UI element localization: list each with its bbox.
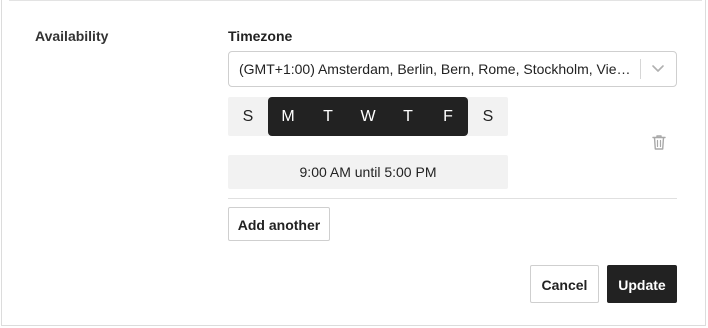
trash-icon[interactable]	[650, 133, 668, 151]
availability-panel: Availability Timezone (GMT+1:00) Amsterd…	[1, 0, 706, 326]
row-divider	[228, 198, 677, 199]
update-button[interactable]: Update	[607, 265, 677, 303]
timezone-select[interactable]: (GMT+1:00) Amsterdam, Berlin, Bern, Rome…	[228, 51, 677, 87]
day-toggle-sunday[interactable]: S	[228, 97, 268, 136]
day-toggle-friday[interactable]: F	[428, 97, 468, 136]
day-toggle-tuesday[interactable]: T	[308, 97, 348, 136]
day-toggle-monday[interactable]: M	[268, 97, 308, 136]
add-another-button[interactable]: Add another	[228, 207, 330, 241]
day-toggle-wednesday[interactable]: W	[348, 97, 388, 136]
day-toggle-thursday[interactable]: T	[388, 97, 428, 136]
timezone-label: Timezone	[228, 28, 293, 44]
time-range-field[interactable]: 9:00 AM until 5:00 PM	[228, 155, 508, 189]
cancel-button[interactable]: Cancel	[530, 265, 599, 303]
chevron-down-icon[interactable]	[648, 61, 668, 77]
weekday-selector: S M T W T F S	[228, 97, 508, 136]
top-divider	[9, 0, 702, 1]
section-label: Availability	[35, 28, 109, 44]
select-separator	[640, 59, 641, 79]
timezone-value: (GMT+1:00) Amsterdam, Berlin, Bern, Rome…	[239, 61, 634, 77]
day-toggle-saturday[interactable]: S	[468, 97, 508, 136]
